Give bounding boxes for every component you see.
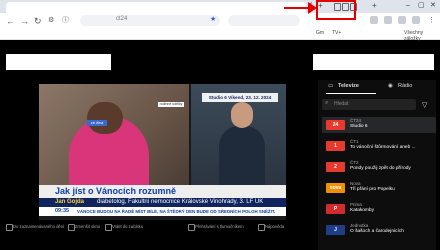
player-controls: Do zaznamenávaného dění Zmenšit okno Vrá… <box>0 222 305 234</box>
bookmark-star-icon[interactable]: ★ <box>210 15 216 23</box>
address-bar[interactable]: ct24 ★ <box>80 15 220 26</box>
maximize-icon[interactable]: ▢ <box>418 1 425 10</box>
reload-icon[interactable]: ↻ <box>34 16 42 26</box>
channel-name: Jednotka <box>350 223 369 228</box>
guest-head <box>231 102 253 128</box>
small-badge: rodinné udělky <box>158 102 184 107</box>
tv-icon: ▭ <box>328 83 334 89</box>
channel-program: Pondy použij zpět do přírody <box>350 166 411 171</box>
settings-icon[interactable]: ⚙ <box>48 16 54 26</box>
tab-radio[interactable]: Rádio <box>398 83 412 89</box>
channel-item[interactable]: P Prima Katakomby <box>322 201 436 217</box>
channel-logo: nova <box>326 183 345 193</box>
channel-search-input[interactable]: ⌕ Hledat <box>322 99 416 110</box>
channel-program: O šašoch a čarodejnicích <box>350 229 404 234</box>
active-tab-underline <box>326 93 376 94</box>
search-placeholder: Hledat <box>334 101 349 107</box>
guest-caption: Jan Gojda diabetolog, Fakultní nemocnice… <box>39 198 286 207</box>
studio-badge: Studio 6 Víkend, 23. 12. 2024 <box>202 93 278 102</box>
header-placeholder <box>6 54 111 70</box>
filter-icon[interactable]: ▽ <box>422 101 427 109</box>
bookmarks-bar: Gm TV+ Všechny záložky <box>0 29 440 42</box>
channel-item[interactable]: 24 ČT24 Studio 6 <box>322 117 436 133</box>
tab-television[interactable]: Televize <box>338 83 359 89</box>
ticker-text: VÁNOCE BUDOU NA ŘADĚ MÍST BÍLÉ, NA ŠTĚDR… <box>77 208 276 214</box>
channel-name: ČT1 <box>350 139 359 144</box>
guest-figure <box>219 126 265 185</box>
news-ticker: 09:35 VÁNOCE BUDOU NA ŘADĚ MÍST BÍLÉ, NA… <box>39 207 286 216</box>
headline-banner: Jak jíst o Vánocích rozumně <box>39 185 286 198</box>
channel-program: Studio 6 <box>350 124 368 129</box>
browser-toolbar: ← → ↻ ⚙ ⓘ ct24 ★ ⋮ <box>0 13 440 29</box>
extension-icon[interactable] <box>398 16 406 24</box>
person-head <box>87 102 123 134</box>
url-text: ct24 <box>116 16 128 22</box>
radio-icon: ◉ <box>388 83 393 89</box>
secondary-field[interactable] <box>228 15 300 26</box>
bookmark-item[interactable]: TV+ <box>332 30 341 36</box>
annotation-arrow <box>284 7 310 9</box>
channel-logo: 24 <box>326 120 345 130</box>
help-icon[interactable] <box>258 224 265 231</box>
channel-item[interactable]: 2 ČT2 Pondy použij zpět do přírody <box>322 159 436 175</box>
sign-language-icon[interactable] <box>188 224 195 231</box>
guest-description: diabetolog, Fakultní nemocnice Královské… <box>97 199 264 205</box>
channel-item[interactable]: J Jednotka O šašoch a čarodejnicích <box>322 222 436 238</box>
guest-name: Jan Gojda <box>55 199 85 205</box>
tab-strip: ✕ + + – ▢ ✕ <box>0 0 440 13</box>
back-icon[interactable]: ← <box>6 16 15 26</box>
forward-icon[interactable]: → <box>20 16 29 26</box>
profile-icon[interactable] <box>412 16 420 24</box>
channel-logo: P <box>326 204 345 214</box>
annotation-box <box>316 0 356 20</box>
ticker-time: 09:35 <box>55 208 70 214</box>
control-label[interactable]: Do zaznamenávaného dění <box>13 224 64 229</box>
channel-name: ČT2 <box>350 160 359 165</box>
video-left-feed <box>39 84 189 185</box>
bookmark-item[interactable]: Gm <box>316 30 324 36</box>
header-placeholder <box>313 54 434 70</box>
minimize-icon[interactable]: – <box>406 1 410 10</box>
control-label[interactable]: Vrátit do začátku <box>112 224 143 229</box>
extension-icon[interactable] <box>384 16 392 24</box>
menu-icon[interactable]: ⋮ <box>428 16 435 26</box>
active-tab[interactable] <box>6 2 306 13</box>
channel-program: Tři přání pro Popelku <box>350 187 395 192</box>
restart-icon[interactable] <box>105 224 112 231</box>
control-label[interactable]: Přehrávání s tlumočníkem <box>195 224 244 229</box>
channel-logo: J <box>326 225 345 235</box>
window-close-icon[interactable]: ✕ <box>430 1 436 10</box>
headline-text: Jak jíst o Vánocích rozumně <box>55 186 177 196</box>
channel-panel: ▭ Televize ◉ Rádio ⌕ Hledat ▽ 24 ČT24 Stud… <box>318 80 436 250</box>
extension-icon[interactable] <box>370 16 378 24</box>
all-bookmarks[interactable]: Všechny záložky <box>404 30 440 42</box>
search-icon: ⌕ <box>325 100 329 106</box>
channel-name: ČT24 <box>350 118 362 123</box>
minimize-player-icon[interactable] <box>68 224 75 231</box>
channel-name: Nova <box>350 181 361 186</box>
live-tag: ze živa <box>87 120 107 126</box>
control-label[interactable]: Nápověda <box>265 224 284 229</box>
site-info-icon[interactable]: ⓘ <box>62 16 69 26</box>
rewind-icon[interactable] <box>6 224 13 231</box>
channel-program: Katakomby <box>350 208 374 213</box>
channel-item[interactable]: 1 ČT1 To vánoční štůrmování aneb ... <box>322 138 436 154</box>
channel-logo: 1 <box>326 141 345 151</box>
channel-logo: 2 <box>326 162 345 172</box>
channel-name: Prima <box>350 202 362 207</box>
control-label[interactable]: Zmenšit okno <box>75 224 100 229</box>
channel-program: To vánoční štůrmování aneb ... <box>350 145 416 150</box>
new-tab-icon[interactable]: + <box>372 2 377 10</box>
channel-item[interactable]: nova Nova Tři přání pro Popelku <box>322 180 436 196</box>
